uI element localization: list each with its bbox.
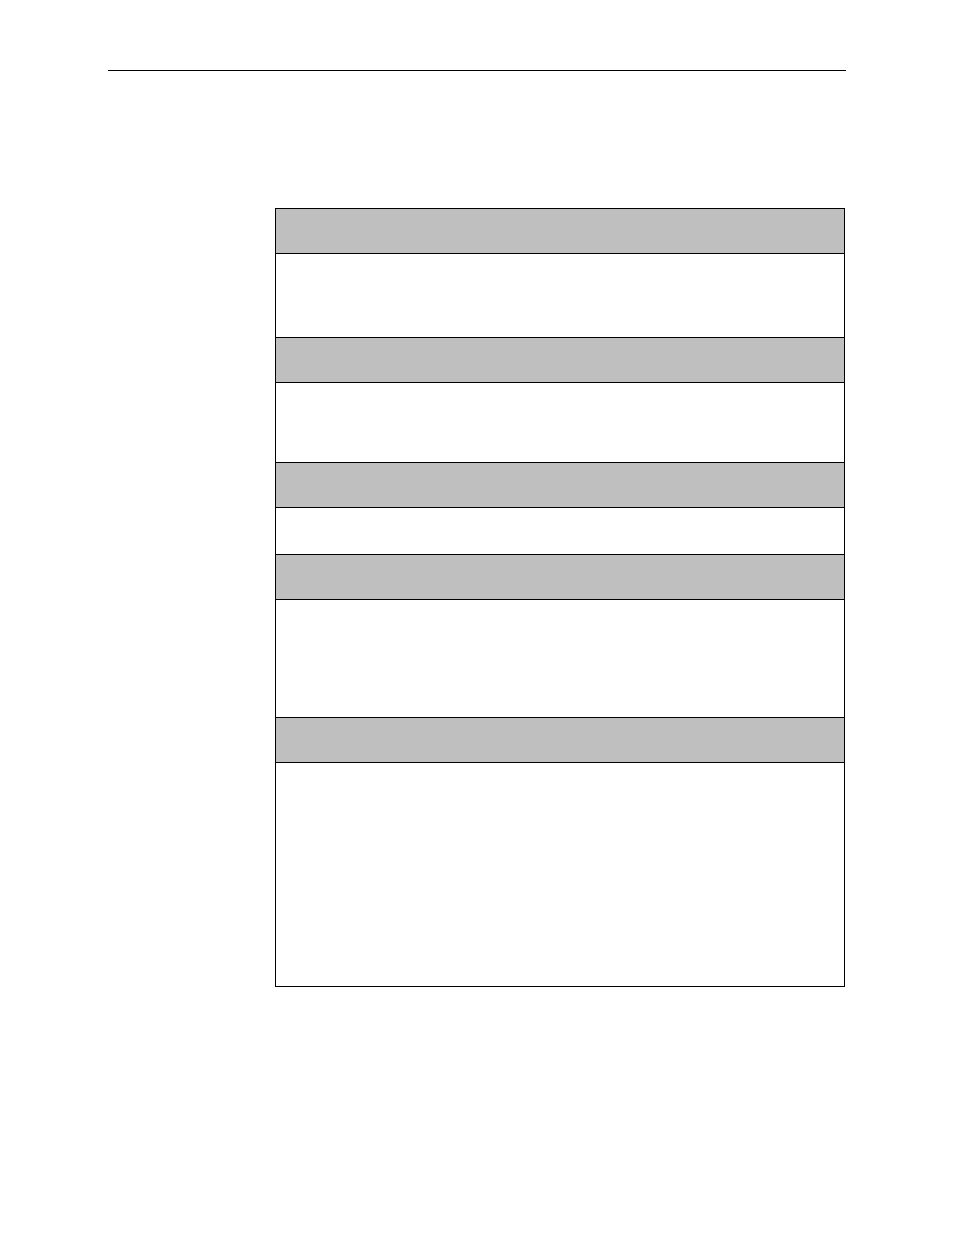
- striped-table: [275, 208, 845, 987]
- table-row: [276, 555, 844, 600]
- table-row: [276, 763, 844, 986]
- table-row: [276, 254, 844, 338]
- table-row: [276, 209, 844, 254]
- table-row: [276, 508, 844, 555]
- table-row: [276, 718, 844, 763]
- horizontal-rule: [108, 70, 846, 71]
- table-row: [276, 383, 844, 463]
- table-row: [276, 600, 844, 718]
- table-row: [276, 463, 844, 508]
- page: [0, 0, 954, 1235]
- table-row: [276, 338, 844, 383]
